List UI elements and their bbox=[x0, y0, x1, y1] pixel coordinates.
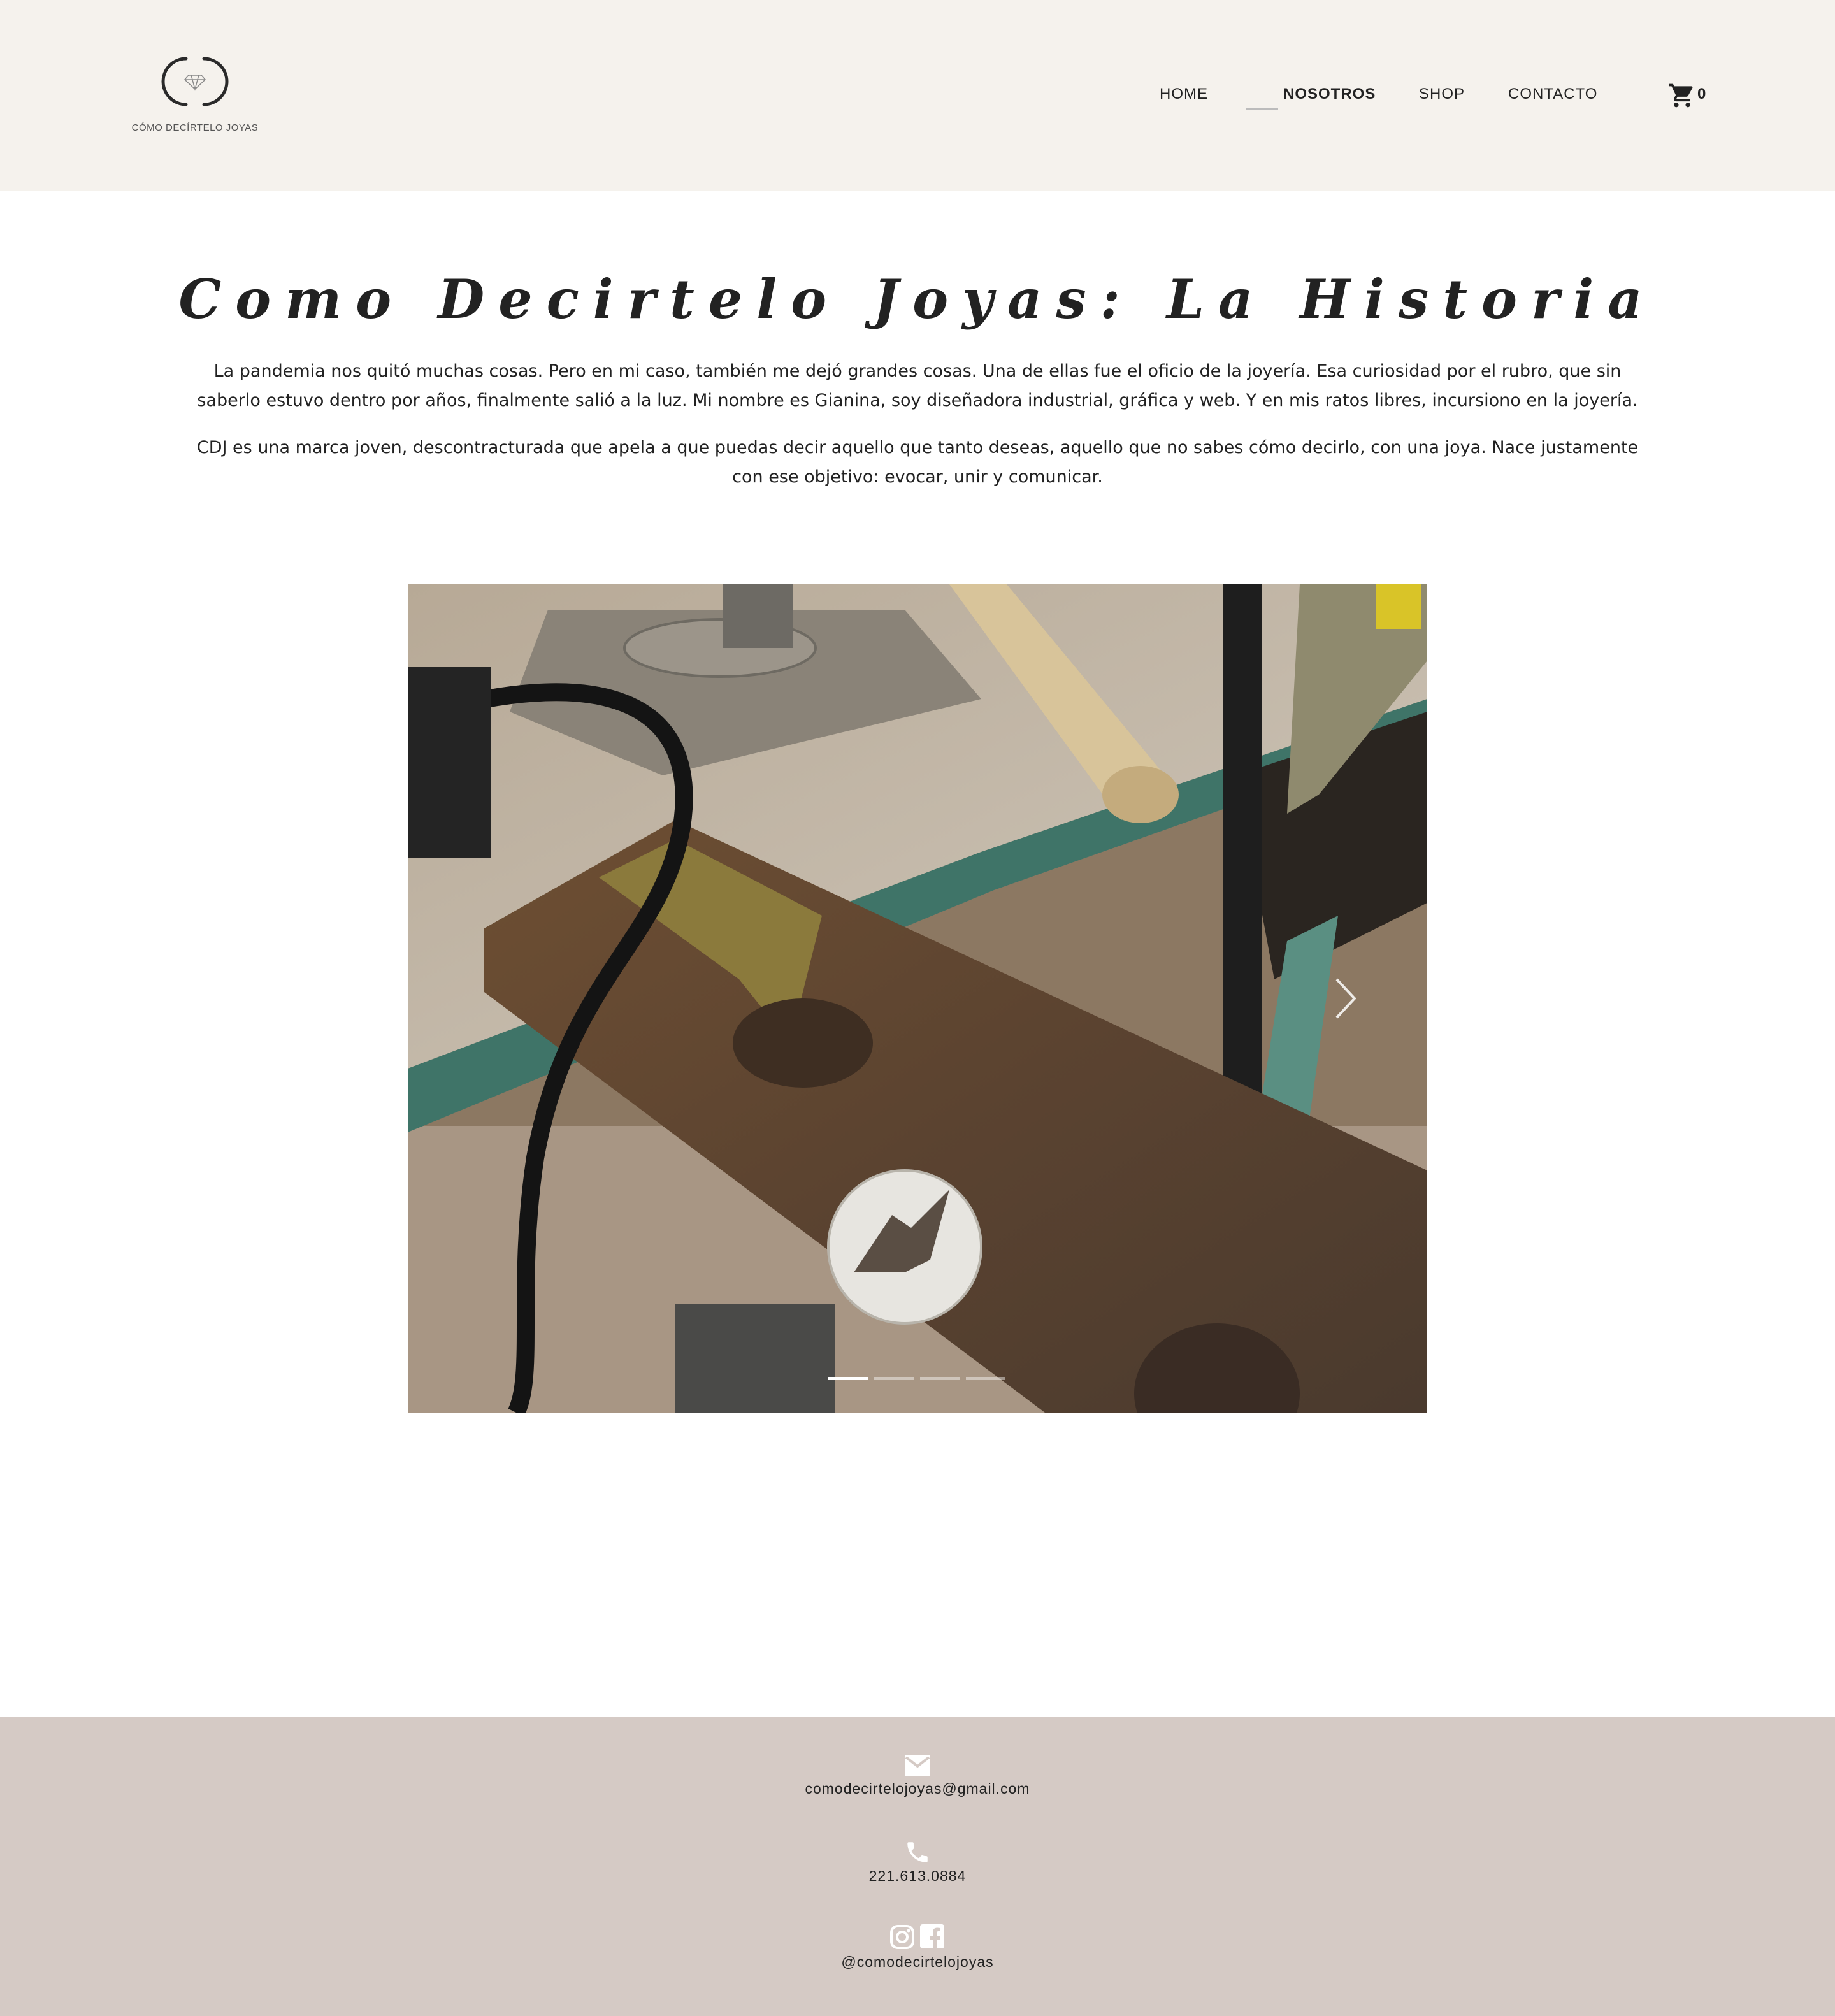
phone-icon bbox=[907, 1842, 928, 1862]
cart-count: 0 bbox=[1697, 85, 1706, 103]
cart-icon bbox=[1669, 83, 1693, 108]
nav-contacto[interactable]: CONTACTO bbox=[1508, 84, 1597, 104]
footer-social-handle[interactable]: @comodecirtelojoyas bbox=[0, 1954, 1835, 1971]
slider-dot-2[interactable] bbox=[874, 1377, 914, 1380]
image-slider[interactable] bbox=[408, 584, 1427, 1413]
slider-dot-3[interactable] bbox=[920, 1377, 960, 1380]
slider-dot-4[interactable] bbox=[966, 1377, 1005, 1380]
main-nav: HOME NOSOTROS SHOP CONTACTO bbox=[0, 84, 1835, 110]
nav-active-indicator bbox=[1246, 108, 1278, 110]
nav-home[interactable]: HOME bbox=[1160, 84, 1208, 104]
facebook-icon[interactable] bbox=[920, 1924, 944, 1948]
slider-pagination bbox=[828, 1377, 1007, 1382]
slider-dot-1[interactable] bbox=[828, 1377, 868, 1380]
mail-icon bbox=[905, 1755, 930, 1776]
page-title: Como Decirtelo Joyas: La Historia bbox=[178, 268, 1657, 331]
intro-paragraph: La pandemia nos quitó muchas cosas. Pero… bbox=[197, 361, 1638, 410]
logo-text: CÓMO DECÍRTELO JOYAS bbox=[131, 122, 259, 133]
footer-phone-link[interactable]: 221.613.0884 bbox=[0, 1868, 1835, 1885]
nav-nosotros[interactable]: NOSOTROS bbox=[1283, 84, 1376, 104]
site-footer: comodecirtelojoyas@gmail.com 221.613.088… bbox=[0, 1717, 1835, 2016]
slider-image bbox=[408, 584, 1427, 1413]
chevron-right-icon[interactable] bbox=[1332, 976, 1360, 1021]
instagram-icon[interactable] bbox=[889, 1924, 915, 1950]
cart-button[interactable]: 0 bbox=[1668, 80, 1711, 110]
nav-shop[interactable]: SHOP bbox=[1419, 84, 1465, 104]
brand-paragraph: CDJ es una marca joven, descontracturada… bbox=[196, 438, 1639, 487]
site-header: CÓMO DECÍRTELO JOYAS HOME NOSOTROS SHOP … bbox=[0, 0, 1835, 191]
footer-email-link[interactable]: comodecirtelojoyas@gmail.com bbox=[0, 1780, 1835, 1797]
